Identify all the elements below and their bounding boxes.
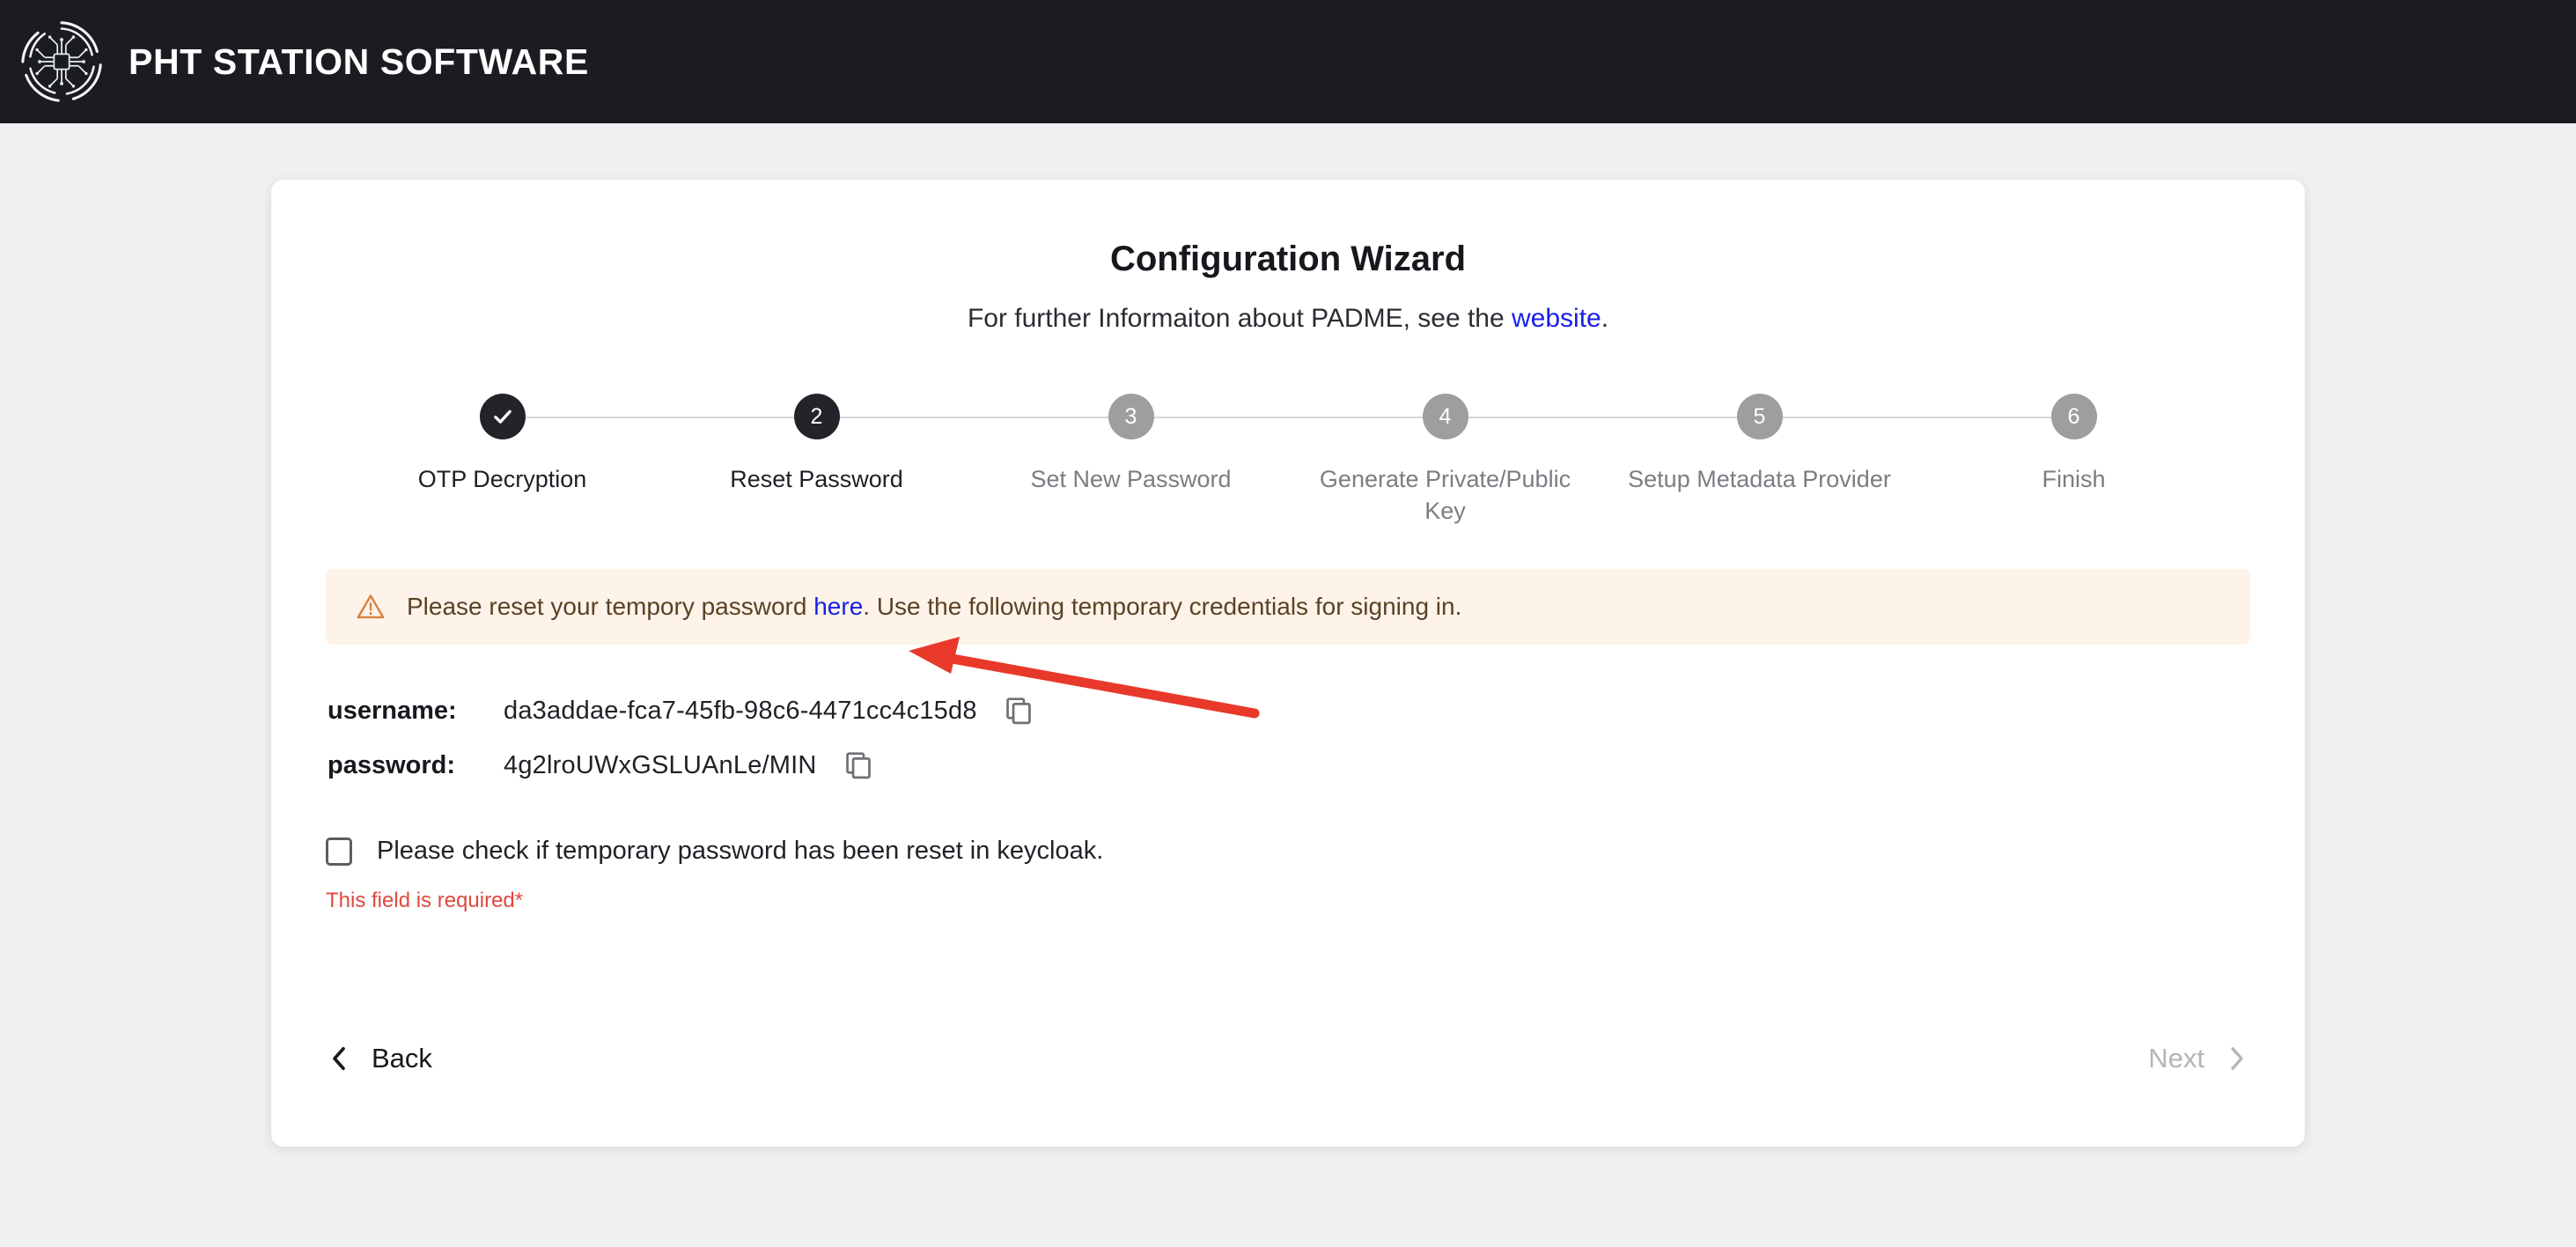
app-title: PHT STATION SOFTWARE: [129, 41, 589, 82]
confirm-reset-row[interactable]: Please check if temporary password has b…: [326, 837, 2250, 866]
back-button[interactable]: Back: [326, 1037, 436, 1080]
copy-username-button[interactable]: [1002, 694, 1035, 727]
credentials-list: username: da3addae-fca7-45fb-98c6-4471cc…: [326, 683, 2250, 793]
alert-text-after: . Use the following temporary credential…: [863, 593, 1462, 621]
step-connector: [1130, 417, 1446, 418]
back-button-label: Back: [372, 1043, 432, 1074]
stepper-step-reset-password[interactable]: 2 Reset Password: [659, 394, 1131, 496]
chevron-right-icon: [2231, 1047, 2243, 1070]
website-link[interactable]: website: [1512, 304, 1601, 333]
step-connector: [816, 417, 1131, 418]
step-circle-5: 5: [1736, 394, 1783, 439]
stepper-step-finish[interactable]: 6 Finish: [1917, 394, 2231, 496]
page-body: Configuration Wizard For further Informa…: [0, 123, 2576, 1247]
step-connector: [502, 417, 817, 418]
stepper-step-set-new-password[interactable]: 3 Set New Password: [974, 394, 1446, 496]
wizard-card: Configuration Wizard For further Informa…: [271, 180, 2305, 1147]
stepper-step-otp-decryption[interactable]: OTP Decryption: [345, 394, 817, 496]
chevron-left-icon: [333, 1046, 345, 1071]
page-subtitle: For further Informaiton about PADME, see…: [326, 304, 2250, 334]
username-label: username:: [328, 696, 457, 725]
field-required-error: This field is required*: [326, 889, 524, 913]
alert-text-before: Please reset your tempory password: [407, 593, 814, 621]
step-connector: [1445, 417, 1760, 418]
step-circle-3: 3: [1108, 394, 1154, 439]
credential-row-username: username: da3addae-fca7-45fb-98c6-4471cc…: [328, 683, 2250, 738]
step-label-6: Finish: [2042, 466, 2106, 492]
copy-icon: [1005, 697, 1031, 725]
password-label: password:: [328, 750, 456, 779]
wizard-navigation: Back Next: [326, 1037, 2250, 1080]
step-label-5: Setup Metadata Provider: [1628, 466, 1891, 492]
warning-alert: Please reset your tempory password here.…: [326, 569, 2250, 646]
username-value: da3addae-fca7-45fb-98c6-4471cc4c15d8: [504, 696, 977, 725]
step-label-2: Reset Password: [730, 466, 903, 492]
step-circle-1: [479, 394, 526, 439]
step-circle-4: 4: [1422, 394, 1468, 439]
stepper-step-setup-metadata-provider[interactable]: 5 Setup Metadata Provider: [1602, 394, 2074, 496]
credential-row-password: password: 4g2lroUWxGSLUAnLe/MIN: [328, 738, 2250, 793]
check-icon: [493, 410, 512, 424]
circuit-chip-logo-icon: [21, 21, 102, 102]
subtitle-text: For further Informaiton about PADME, see…: [967, 304, 1512, 333]
step-circle-2: 2: [793, 394, 840, 439]
wizard-stepper: OTP Decryption 2 Reset Password 3 Set Ne…: [326, 394, 2250, 527]
copy-password-button[interactable]: [842, 749, 875, 782]
stepper-step-generate-keys[interactable]: 4 Generate Private/Public Key: [1288, 394, 1760, 527]
confirm-reset-label: Please check if temporary password has b…: [377, 837, 1104, 866]
warning-triangle-icon: [357, 594, 385, 619]
confirm-reset-checkbox[interactable]: [326, 837, 352, 866]
step-label-3: Set New Password: [1030, 466, 1232, 492]
password-value: 4g2lroUWxGSLUAnLe/MIN: [504, 750, 817, 779]
step-circle-6: 6: [2050, 394, 2097, 439]
app-header: PHT STATION SOFTWARE: [0, 0, 2576, 123]
subtitle-suffix: .: [1601, 304, 1609, 333]
step-label-1: OTP Decryption: [417, 466, 587, 492]
copy-icon: [845, 752, 871, 779]
next-button[interactable]: Next: [2145, 1037, 2250, 1080]
page-title: Configuration Wizard: [1109, 240, 1467, 278]
here-link[interactable]: here: [813, 593, 863, 620]
step-connector: [1759, 417, 2074, 418]
alert-message: Please reset your tempory password here.…: [407, 593, 1461, 621]
next-button-label: Next: [2148, 1043, 2204, 1074]
step-label-4: Generate Private/Public Key: [1319, 466, 1571, 524]
